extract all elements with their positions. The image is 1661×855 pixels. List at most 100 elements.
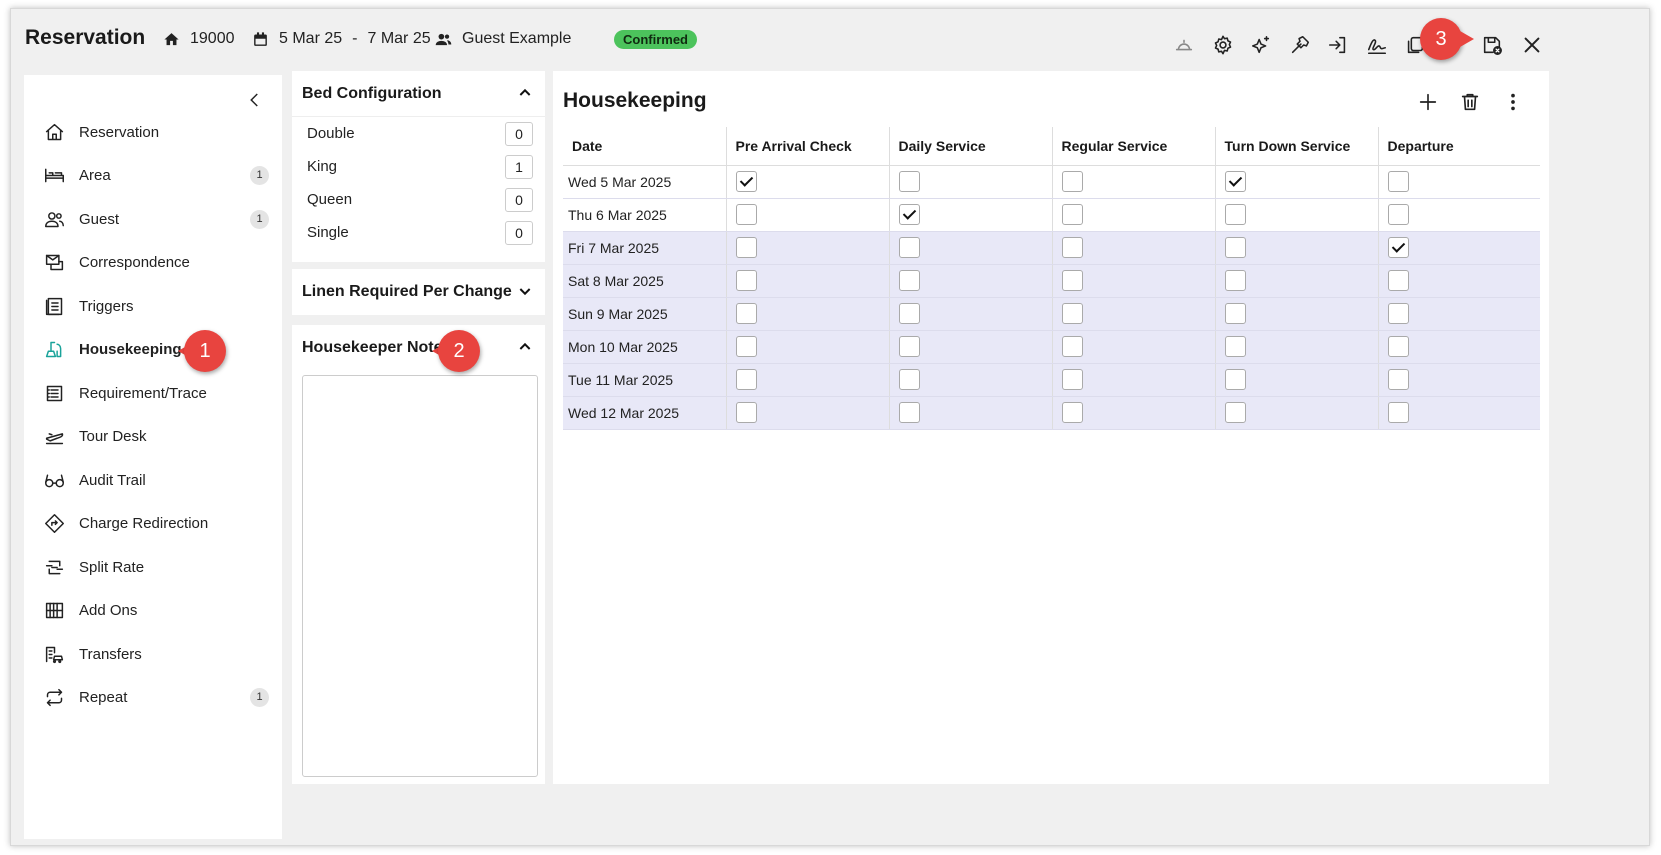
turn-down-checkbox[interactable]: [1224, 369, 1246, 390]
housekeeper-note-textarea[interactable]: [302, 375, 538, 777]
sidebar-item-transfers[interactable]: Transfers: [44, 639, 269, 669]
sparkle-button[interactable]: [1249, 33, 1273, 57]
departure-checkbox[interactable]: [1387, 402, 1409, 423]
daily-service-checkbox[interactable]: [898, 336, 920, 357]
turn-down-checkbox[interactable]: [1224, 303, 1246, 324]
turn-down-checkbox[interactable]: [1224, 270, 1246, 291]
chevron-up-icon[interactable]: [517, 339, 533, 355]
daily-service-checkbox[interactable]: [898, 171, 920, 192]
daily-service-checkbox[interactable]: [898, 402, 920, 423]
checkbox-cell: [1215, 297, 1379, 331]
pre-arrival-checkbox[interactable]: [735, 171, 757, 192]
sidebar-item-reservation[interactable]: Reservation: [44, 117, 269, 147]
more-options-button[interactable]: [1502, 91, 1524, 113]
sidebar-item-tour-desk[interactable]: Tour Desk: [44, 421, 269, 451]
linen-header[interactable]: Linen Required Per Change: [292, 269, 545, 315]
checkbox-cell: [1378, 363, 1540, 397]
column-header-regular-service[interactable]: Regular Service: [1052, 127, 1216, 166]
pre-arrival-checkbox[interactable]: [735, 336, 757, 357]
departure-checkbox[interactable]: [1387, 336, 1409, 357]
pre-arrival-checkbox[interactable]: [735, 402, 757, 423]
sidebar-item-housekeeping[interactable]: Housekeeping: [44, 334, 269, 364]
signature-button[interactable]: [1365, 33, 1389, 57]
column-header-daily-service[interactable]: Daily Service: [889, 127, 1053, 166]
regular-service-checkbox[interactable]: [1061, 171, 1083, 192]
housekeeper-note-header[interactable]: Housekeeper Note: [292, 325, 545, 371]
turn-down-checkbox[interactable]: [1224, 402, 1246, 423]
add-button[interactable]: [1417, 91, 1439, 113]
regular-service-checkbox[interactable]: [1061, 303, 1083, 324]
regular-service-checkbox[interactable]: [1061, 336, 1083, 357]
checkbox-cell: [1052, 396, 1216, 430]
sidebar-item-split-rate[interactable]: Split Rate: [44, 552, 269, 582]
sidebar-item-triggers[interactable]: Triggers: [44, 291, 269, 321]
gear-icon: [1214, 35, 1232, 55]
column-header-departure[interactable]: Departure: [1378, 127, 1540, 166]
checkbox-cell: [1215, 264, 1379, 298]
callout-1: 1: [178, 330, 226, 372]
chevron-down-icon[interactable]: [517, 283, 533, 299]
daily-service-checkbox[interactable]: [898, 237, 920, 258]
bed-configuration-header[interactable]: Bed Configuration: [292, 71, 545, 117]
delete-button[interactable]: [1459, 91, 1481, 113]
departure-checkbox[interactable]: [1387, 270, 1409, 291]
column-header-date[interactable]: Date: [563, 127, 727, 166]
save-close-button[interactable]: [1480, 33, 1504, 57]
turn-down-checkbox[interactable]: [1224, 336, 1246, 357]
departure-checkbox[interactable]: [1387, 303, 1409, 324]
column-header-pre-arrival[interactable]: Pre Arrival Check: [726, 127, 890, 166]
status-badge: Confirmed: [614, 30, 697, 49]
hammer-button[interactable]: [1288, 33, 1312, 57]
checkbox-cell: [889, 198, 1053, 232]
regular-service-checkbox[interactable]: [1061, 204, 1083, 225]
sidebar-item-guest[interactable]: Guest 1: [44, 204, 269, 234]
daily-service-checkbox[interactable]: [898, 369, 920, 390]
regular-service-checkbox[interactable]: [1061, 237, 1083, 258]
sidebar-item-correspondence[interactable]: Correspondence: [44, 247, 269, 277]
bed-row-king: King 1: [292, 150, 545, 183]
double-count-input[interactable]: 0: [505, 122, 533, 146]
pre-arrival-checkbox[interactable]: [735, 237, 757, 258]
signature-icon: [1367, 39, 1387, 55]
departure-checkbox[interactable]: [1387, 204, 1409, 225]
sidebar-item-charge-redirection[interactable]: Charge Redirection: [44, 508, 269, 538]
bell-button[interactable]: [1172, 33, 1196, 57]
chevron-up-icon[interactable]: [517, 85, 533, 101]
departure-checkbox[interactable]: [1387, 237, 1409, 258]
regular-service-checkbox[interactable]: [1061, 402, 1083, 423]
guest-name[interactable]: Guest Example: [435, 30, 571, 48]
regular-service-checkbox[interactable]: [1061, 270, 1083, 291]
sidebar-item-audit-trail[interactable]: Audit Trail: [44, 465, 269, 495]
table-header-row: Date Pre Arrival Check Daily Service Reg…: [563, 127, 1540, 166]
pre-arrival-checkbox[interactable]: [735, 303, 757, 324]
checkbox-cell: [726, 198, 890, 232]
collapse-sidebar-button[interactable]: [246, 91, 266, 115]
turn-down-checkbox[interactable]: [1224, 237, 1246, 258]
close-button[interactable]: [1520, 33, 1544, 57]
daily-service-checkbox[interactable]: [898, 204, 920, 225]
sidebar-item-add-ons[interactable]: Add Ons: [44, 595, 269, 625]
departure-checkbox[interactable]: [1387, 171, 1409, 192]
pre-arrival-checkbox[interactable]: [735, 270, 757, 291]
settings-button[interactable]: [1211, 33, 1235, 57]
departure-checkbox[interactable]: [1387, 369, 1409, 390]
pre-arrival-checkbox[interactable]: [735, 204, 757, 225]
daily-service-checkbox[interactable]: [898, 303, 920, 324]
daily-service-checkbox[interactable]: [898, 270, 920, 291]
pre-arrival-checkbox[interactable]: [735, 369, 757, 390]
king-count-input[interactable]: 1: [505, 155, 533, 179]
housekeeper-note-panel: Housekeeper Note: [292, 325, 545, 784]
checkbox-cell: [889, 396, 1053, 430]
check-in-button[interactable]: [1326, 33, 1350, 57]
regular-service-checkbox[interactable]: [1061, 369, 1083, 390]
sidebar-item-requirement-trace[interactable]: Requirement/Trace: [44, 378, 269, 408]
column-header-turn-down[interactable]: Turn Down Service: [1215, 127, 1379, 166]
turn-down-checkbox[interactable]: [1224, 171, 1246, 192]
turn-down-checkbox[interactable]: [1224, 204, 1246, 225]
single-count-input[interactable]: 0: [505, 221, 533, 245]
callout-2: 2: [432, 330, 480, 372]
sidebar-item-repeat[interactable]: Repeat 1: [44, 682, 269, 712]
sidebar-item-area[interactable]: Area 1: [44, 160, 269, 190]
date-cell: Mon 10 Mar 2025: [563, 330, 727, 364]
queen-count-input[interactable]: 0: [505, 188, 533, 212]
